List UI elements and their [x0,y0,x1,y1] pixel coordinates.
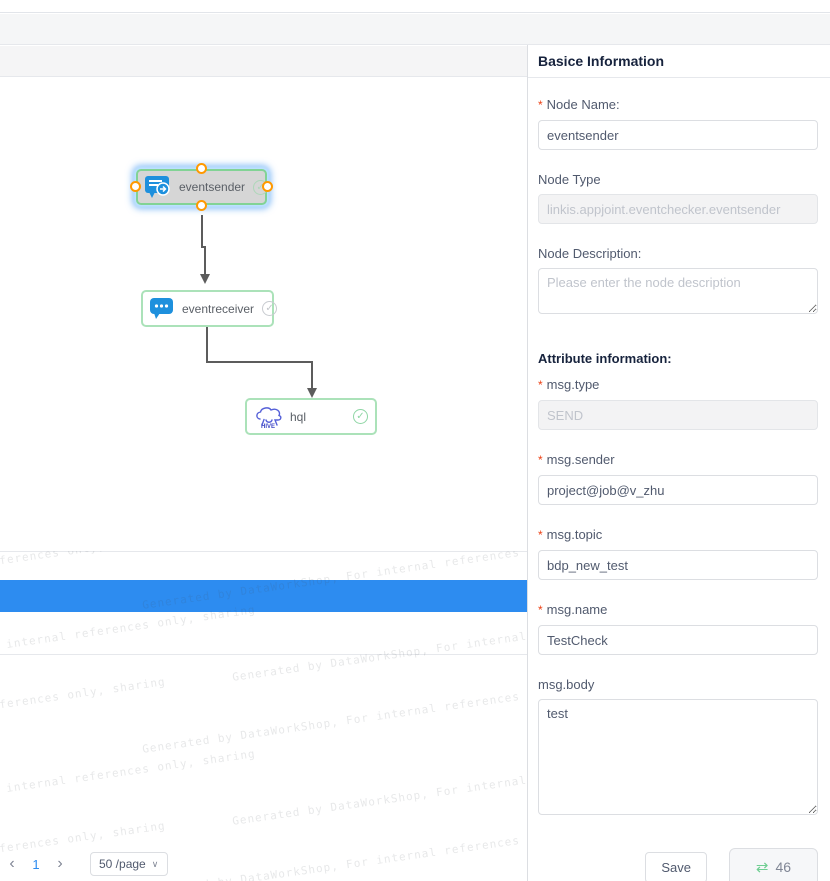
section-divider [0,654,527,655]
msg-topic-label: *msg.topic [538,527,818,543]
required-asterisk: * [538,603,543,617]
chevron-down-icon: ∨ [152,859,159,870]
arrowhead [200,274,210,284]
arrowhead [307,388,317,398]
port-right[interactable] [262,181,273,192]
page-size-select[interactable]: 50 /page ∨ [90,852,168,876]
node-type-input [538,194,818,224]
page-size-value: 50 /page [99,857,146,871]
node-label: hql [290,410,306,424]
watermark-text: Generated by DataWorkShop, For internal … [0,675,166,756]
watermark-text: Generated by DataWorkShop, For internal … [141,675,527,756]
panel-content: *Node Name: Node Type Node Description: … [528,97,830,881]
node-name-input[interactable] [538,120,818,150]
node-description-label: Node Description: [538,246,818,261]
port-bottom[interactable] [196,200,207,211]
message-receive-icon [150,298,174,319]
panel-title: Basice Information [528,45,830,78]
node-name-label: *Node Name: [538,97,818,113]
node-type-label: Node Type [538,172,818,187]
top-bar [0,0,830,13]
port-top[interactable] [196,163,207,174]
page-number[interactable]: 1 [24,857,48,872]
watermark-text: Generated by DataWorkShop, For internal … [231,747,527,828]
selected-row-bar[interactable] [0,580,527,612]
required-asterisk: * [538,98,543,112]
msg-type-label: *msg.type [538,377,818,393]
save-button[interactable]: Save [645,852,707,881]
history-button[interactable]: ⇄ 46 [729,848,818,881]
required-asterisk: * [538,528,543,542]
watermark-text: Generated by DataWorkShop, For internal … [0,603,256,684]
node-eventreceiver[interactable]: eventreceiver ✓ [141,290,274,327]
workflow-editor: eventsender ✓ eventreceiver ✓ HIVE [0,0,830,881]
node-label: eventsender [179,180,245,194]
required-asterisk: * [538,378,543,392]
edge-sender-receiver [202,215,205,274]
node-eventsender[interactable]: eventsender ✓ [136,169,267,205]
properties-panel: Basice Information *Node Name: Node Type… [527,45,830,881]
node-label: eventreceiver [182,302,254,316]
msg-name-label: *msg.name [538,602,818,618]
required-asterisk: * [538,453,543,467]
button-row: Save ⇄ 46 [538,848,818,881]
check-icon: ✓ [262,301,277,316]
node-hql[interactable]: HIVE hql ✓ [245,398,377,435]
svg-text:HIVE: HIVE [261,424,275,429]
msg-name-input[interactable] [538,625,818,655]
node-description-textarea[interactable] [538,268,818,314]
msg-topic-input[interactable] [538,550,818,580]
menu-bar [0,14,830,45]
attribute-information-title: Attribute information: [538,351,818,367]
edge-receiver-hql [207,327,312,388]
message-send-icon [145,176,171,198]
msg-type-input [538,400,818,430]
watermark-text: Generated by DataWorkShop, For internal … [231,603,527,684]
next-page-button[interactable]: › [48,852,72,876]
port-left[interactable] [130,181,141,192]
msg-sender-input[interactable] [538,475,818,505]
hive-icon: HIVE [254,404,282,429]
check-icon: ✓ [353,409,368,424]
msg-body-textarea[interactable]: test [538,699,818,815]
msg-sender-label: *msg.sender [538,452,818,468]
swap-icon: ⇄ [756,860,769,875]
watermark-text: Generated by DataWorkShop, For internal … [0,747,256,828]
pagination: ‹ 1 › 50 /page ∨ [0,850,527,878]
section-divider [0,551,527,552]
canvas-toolbar [0,46,527,77]
workflow-canvas[interactable]: eventsender ✓ eventreceiver ✓ HIVE [0,78,527,551]
history-count: 46 [776,859,792,875]
msg-body-label: msg.body [538,677,818,692]
prev-page-button[interactable]: ‹ [0,852,24,876]
